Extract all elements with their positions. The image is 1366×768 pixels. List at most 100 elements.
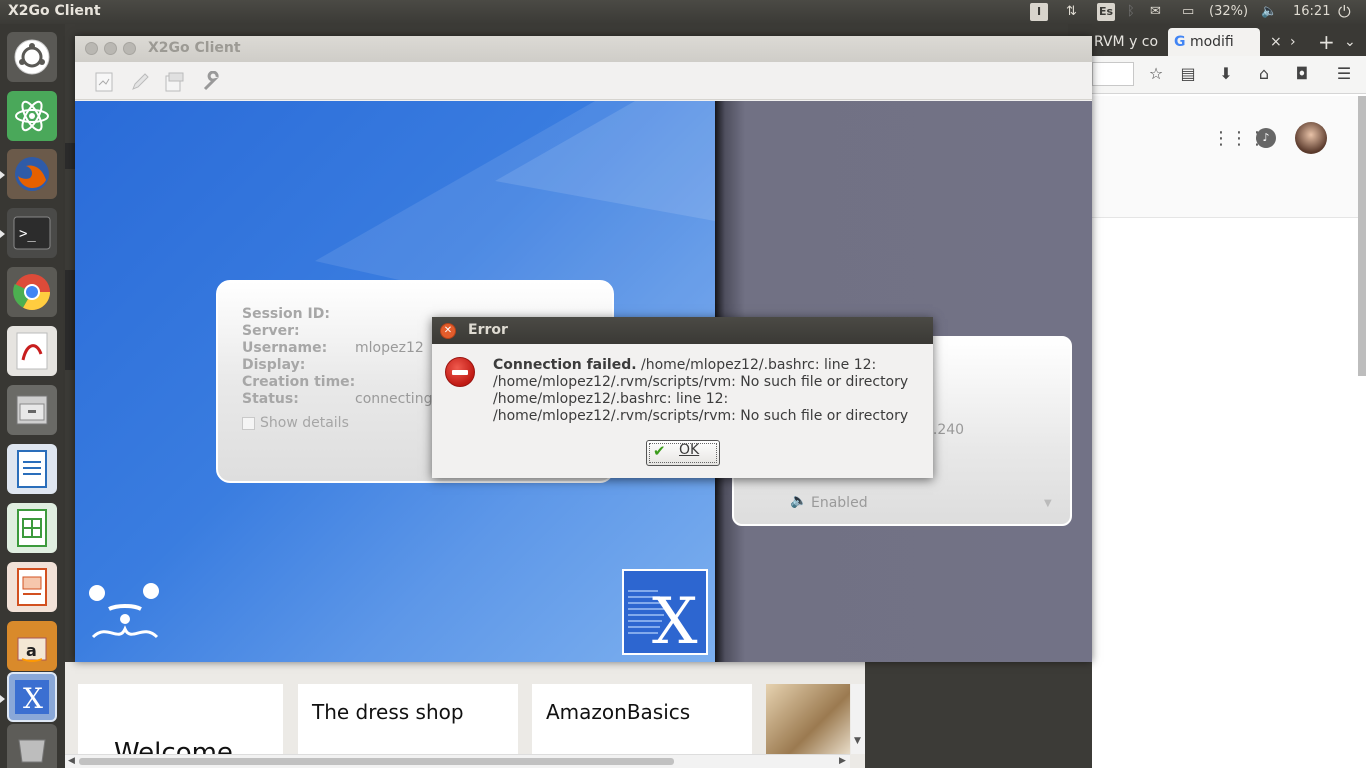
- server-label: Server:: [242, 323, 300, 339]
- svg-text:>_: >_: [19, 226, 36, 242]
- error-message-line-1: Connection failed. /home/mlopez12/.bashr…: [493, 357, 876, 373]
- ok-button[interactable]: ✔ OK: [646, 440, 720, 466]
- browser-tab[interactable]: RVM y co: [1088, 28, 1158, 56]
- impress-icon[interactable]: [7, 562, 57, 612]
- session-id-label: Session ID:: [242, 306, 330, 322]
- shop-card-dress[interactable]: The dress shop: [298, 684, 518, 754]
- hscroll-thumb[interactable]: [79, 758, 674, 765]
- amazon-icon[interactable]: a: [7, 621, 57, 671]
- mail-icon[interactable]: ✉: [1150, 3, 1161, 21]
- svg-text:a: a: [26, 641, 37, 660]
- browser-toolbar: ☆ ▤ ⬇ ⌂ ◘ ☰: [1092, 56, 1366, 94]
- page-vscroll[interactable]: ▼: [851, 684, 865, 754]
- scroll-right-icon[interactable]: ▶: [839, 756, 846, 766]
- browser-scrollbar[interactable]: [1358, 96, 1366, 376]
- bookmark-star-icon[interactable]: ☆: [1146, 64, 1166, 84]
- new-session-icon[interactable]: [93, 71, 115, 93]
- svg-text:X: X: [652, 585, 698, 653]
- error-message-line-4: /home/mlopez12/.rvm/scripts/rvm: No such…: [493, 408, 909, 424]
- status-value: connecting: [355, 391, 433, 407]
- preferences-wrench-icon[interactable]: [201, 71, 223, 93]
- download-icon[interactable]: ⬇: [1216, 64, 1236, 84]
- calc-icon[interactable]: [7, 503, 57, 553]
- battery-percentage[interactable]: (32%): [1209, 3, 1248, 21]
- hamburger-menu-icon[interactable]: ☰: [1334, 64, 1354, 84]
- network-icon[interactable]: ⇅: [1066, 3, 1077, 21]
- export-session-icon[interactable]: [163, 71, 185, 93]
- error-dialog-titlebar[interactable]: ✕ Error: [432, 317, 933, 344]
- terminal-icon[interactable]: >_: [7, 208, 57, 258]
- show-details-checkbox[interactable]: [242, 417, 255, 430]
- power-icon[interactable]: ⏻: [1338, 3, 1351, 21]
- x2go-window-title: X2Go Client: [148, 40, 241, 56]
- sound-status: Enabled: [811, 495, 868, 511]
- browser-tab-active[interactable]: G modifi: [1168, 28, 1260, 56]
- pocket-icon[interactable]: ◘: [1292, 64, 1312, 84]
- x2go-mascot-logo: [89, 583, 159, 639]
- trash-icon[interactable]: [7, 724, 57, 768]
- username-value: mlopez12: [355, 340, 424, 356]
- battery-icon[interactable]: ▭: [1182, 3, 1194, 21]
- scroll-down-icon[interactable]: ▼: [854, 736, 861, 746]
- firefox-icon[interactable]: [7, 149, 57, 199]
- welcome-card[interactable]: Welcome: [78, 684, 283, 768]
- x2go-x-logo: X: [622, 569, 708, 659]
- error-message-line-2: /home/mlopez12/.rvm/scripts/rvm: No such…: [493, 374, 909, 390]
- top-panel: X2Go Client I ⇅ Es ᛒ ✉ ▭ (32%) 🔈 16:21 ⏻: [0, 0, 1366, 24]
- active-window-title: X2Go Client: [8, 3, 101, 19]
- close-icon[interactable]: ✕: [440, 323, 456, 339]
- display-label: Display:: [242, 357, 306, 373]
- edit-session-icon[interactable]: [129, 71, 151, 93]
- home-icon[interactable]: ⌂: [1254, 64, 1274, 84]
- x2go-toolbar: [75, 62, 1092, 100]
- window-edge: [65, 270, 75, 370]
- tab-scroll-right-icon[interactable]: ›: [1284, 28, 1296, 56]
- keyboard-layout-indicator[interactable]: Es: [1097, 3, 1115, 21]
- google-header: ⋮⋮⋮ ♪: [1092, 96, 1366, 218]
- browser-tab-strip: RVM y co G modifi × › + ⌄: [1068, 24, 1366, 56]
- pdf-reader-icon[interactable]: [7, 326, 57, 376]
- maximize-button[interactable]: [123, 42, 136, 55]
- reading-list-icon[interactable]: ▤: [1178, 64, 1198, 84]
- bluetooth-icon[interactable]: ᛒ: [1127, 3, 1135, 21]
- ubuntu-dash-icon[interactable]: [7, 32, 57, 82]
- close-button[interactable]: [85, 42, 98, 55]
- new-tab-icon[interactable]: +: [1312, 28, 1335, 56]
- volume-muted-icon[interactable]: 🔈: [1261, 3, 1277, 21]
- shop-card-title: AmazonBasics: [546, 700, 691, 724]
- url-bar[interactable]: [1092, 62, 1134, 86]
- product-image[interactable]: [766, 684, 850, 754]
- x2go-titlebar[interactable]: X2Go Client: [75, 36, 1092, 62]
- clock[interactable]: 16:21: [1293, 3, 1330, 21]
- error-message-text: /home/mlopez12/.bashrc: line 12:: [636, 357, 877, 373]
- input-method-icon[interactable]: I: [1030, 3, 1048, 21]
- x2go-icon[interactable]: X: [7, 672, 57, 722]
- browser-menu-icon[interactable]: ⌄: [1338, 28, 1356, 56]
- creation-time-label: Creation time:: [242, 374, 356, 390]
- ok-button-label: OK: [679, 442, 700, 458]
- notifications-icon[interactable]: ♪: [1256, 128, 1276, 148]
- atom-icon[interactable]: [7, 91, 57, 141]
- expand-icon[interactable]: ▼: [1044, 498, 1052, 509]
- page-hscroll[interactable]: ◀ ▶: [65, 754, 850, 768]
- google-icon: G: [1174, 34, 1186, 50]
- file-cabinet-icon[interactable]: [7, 385, 57, 435]
- error-stop-icon: [445, 357, 475, 387]
- checkmark-icon: ✔: [653, 442, 666, 460]
- tab-close-icon[interactable]: ×: [1264, 28, 1282, 56]
- browser-tab-label: modifi: [1189, 34, 1234, 50]
- chrome-icon[interactable]: [7, 267, 57, 317]
- svg-text:X: X: [23, 682, 43, 715]
- running-indicator: [0, 695, 5, 703]
- shop-card-amazonbasics[interactable]: AmazonBasics: [532, 684, 752, 754]
- error-message-lead: Connection failed.: [493, 357, 637, 373]
- username-label: Username:: [242, 340, 328, 356]
- minimize-button[interactable]: [104, 42, 117, 55]
- writer-icon[interactable]: [7, 444, 57, 494]
- window-edge: [65, 143, 75, 169]
- scroll-left-icon[interactable]: ◀: [68, 756, 75, 766]
- error-dialog: ✕ Error Connection failed. /home/mlopez1…: [432, 317, 933, 478]
- avatar[interactable]: [1295, 122, 1327, 154]
- running-indicator: [0, 230, 5, 238]
- show-details-label[interactable]: Show details: [260, 415, 349, 431]
